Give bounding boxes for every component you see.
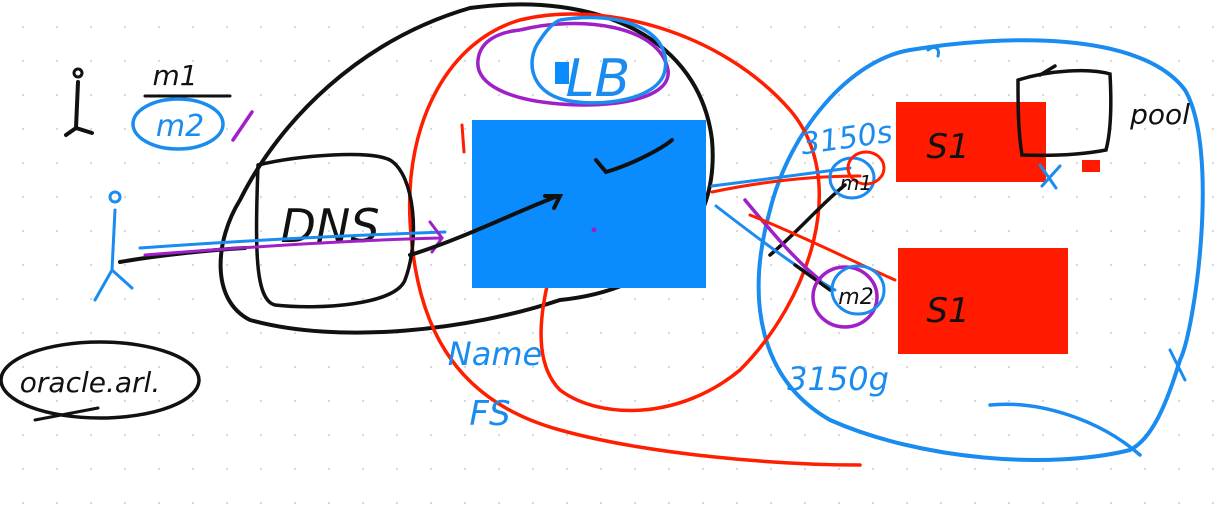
client-head (108, 190, 122, 204)
cluster-top-tick (926, 46, 940, 58)
whiteboard-canvas: LB DNS m1 m2 oracle.arl. Name FS m1 m2 3… (0, 2, 1205, 467)
m1-node-label: m1 (840, 171, 872, 195)
client-body (93, 208, 134, 302)
port-bottom-label: 3150g (787, 360, 889, 398)
m1-top-label: m1 (152, 59, 197, 92)
admin-body (64, 80, 94, 137)
m2-node-label: m2 (838, 285, 873, 310)
oracle-label: oracle.arl. (20, 366, 160, 399)
s1-top-label: S1 (926, 127, 969, 167)
purple-dot (591, 227, 597, 233)
port-top-label: 3150s (799, 115, 895, 162)
pool-marker (1082, 160, 1100, 172)
server-block-top (896, 102, 1046, 182)
fs-label: FS (469, 394, 510, 434)
red-tick-mark (460, 123, 466, 154)
name-label: Name (448, 335, 542, 373)
purple-slash (231, 110, 254, 142)
admin-head (72, 67, 84, 79)
cluster-boundary-tail (988, 402, 1142, 457)
lb-label: LB (566, 49, 631, 109)
pool-label: pool (1129, 98, 1190, 131)
s1-bottom-label: S1 (926, 291, 969, 331)
m2-top-label: m2 (156, 109, 204, 144)
server-block-bottom (898, 248, 1068, 354)
service-block (472, 120, 706, 288)
